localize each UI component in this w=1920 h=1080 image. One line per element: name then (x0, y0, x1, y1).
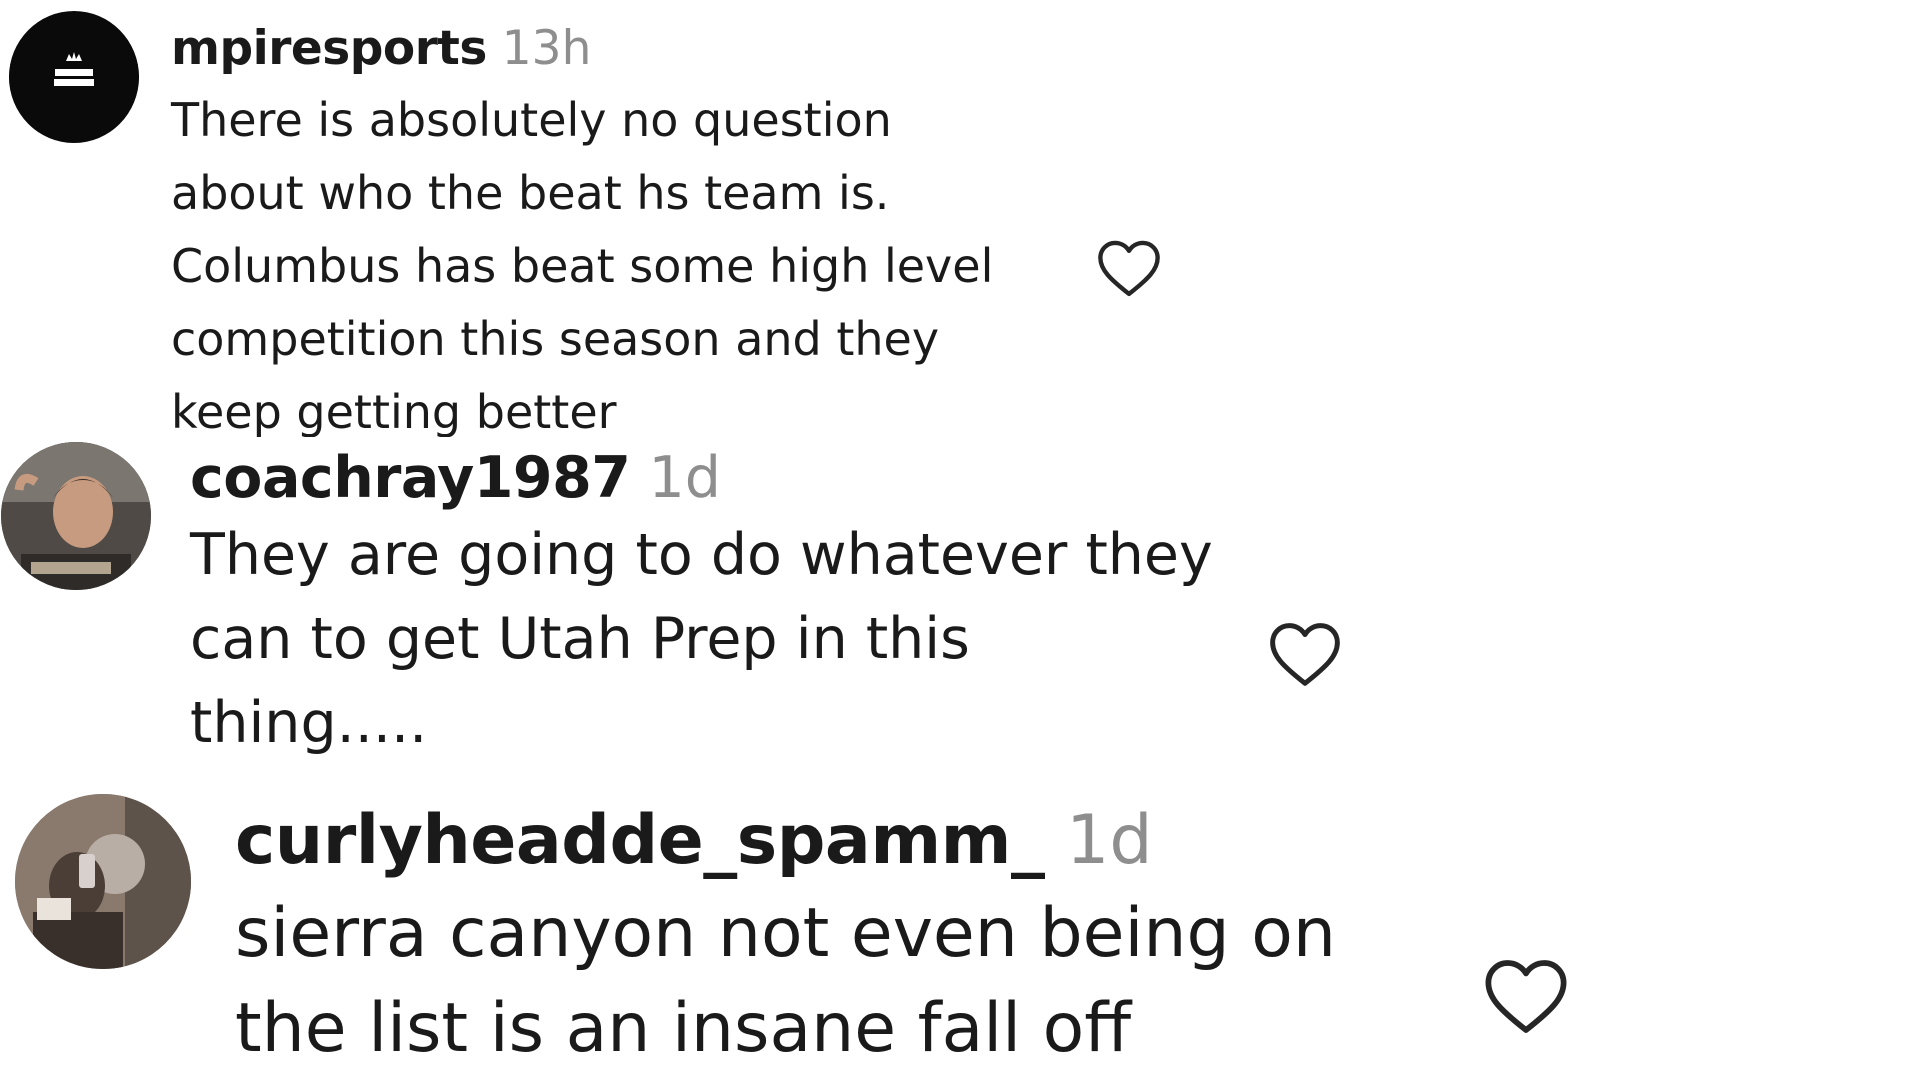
heart-outline-icon[interactable] (1268, 620, 1342, 688)
username[interactable]: coachray1987 (190, 445, 631, 511)
comment-text-line: keep getting better (171, 385, 617, 437)
avatar[interactable] (1, 442, 151, 590)
comment-text-line: Columbus has beat some high level (171, 239, 994, 293)
comment-text-line: thing..... (190, 690, 428, 756)
timestamp[interactable]: 1d (649, 445, 721, 511)
comment-item: coachray1987 1d They are going to do wha… (0, 437, 1920, 760)
comment-meta: mpiresports 13h (171, 14, 993, 84)
comment-text-line: They are going to do whatever they (190, 522, 1213, 588)
comment-body: mpiresports 13h There is absolutely no q… (171, 14, 993, 437)
avatar[interactable] (15, 794, 191, 969)
comment-body: curlyheadde_spamm_ 1d sierra canyon not … (235, 796, 1336, 1076)
heart-outline-icon[interactable] (1096, 238, 1162, 298)
username[interactable]: mpiresports (171, 21, 487, 76)
comment-text-line: the list is an insane fall off (235, 989, 1132, 1068)
comment-text-line: competition this season and they (171, 312, 940, 366)
comment-item: curlyheadde_spamm_ 1d sierra canyon not … (0, 792, 1920, 1080)
username[interactable]: curlyheadde_spamm_ (235, 801, 1045, 880)
user-photo (15, 794, 191, 969)
comment-meta: coachray1987 1d (190, 443, 1213, 513)
comment-text-line: about who the beat hs team is. (171, 166, 890, 220)
heart-outline-icon[interactable] (1483, 956, 1569, 1036)
comment-body: coachray1987 1d They are going to do wha… (190, 443, 1213, 760)
avatar[interactable] (9, 11, 139, 143)
timestamp[interactable]: 13h (502, 21, 592, 76)
comment-text-line: can to get Utah Prep in this (190, 606, 970, 672)
comment-item: mpiresports 13h There is absolutely no q… (0, 0, 1920, 437)
user-photo (1, 442, 151, 590)
timestamp[interactable]: 1d (1066, 801, 1152, 880)
comment-text-line: sierra canyon not even being on (235, 894, 1336, 973)
comment-text-line: There is absolutely no question (171, 93, 892, 147)
comment-meta: curlyheadde_spamm_ 1d (235, 796, 1336, 886)
mpire-sports-logo (9, 12, 139, 142)
